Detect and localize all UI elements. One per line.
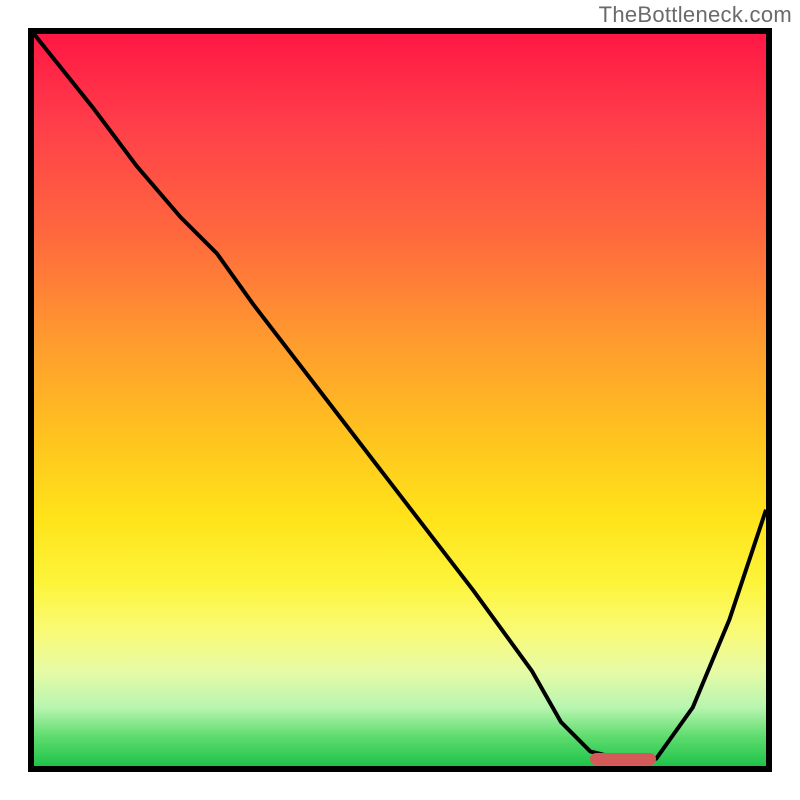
plot-area [28, 28, 772, 772]
chart-container: TheBottleneck.com [0, 0, 800, 800]
watermark-text: TheBottleneck.com [599, 2, 792, 28]
bottleneck-curve [34, 34, 766, 766]
optimal-range-marker [590, 753, 656, 765]
